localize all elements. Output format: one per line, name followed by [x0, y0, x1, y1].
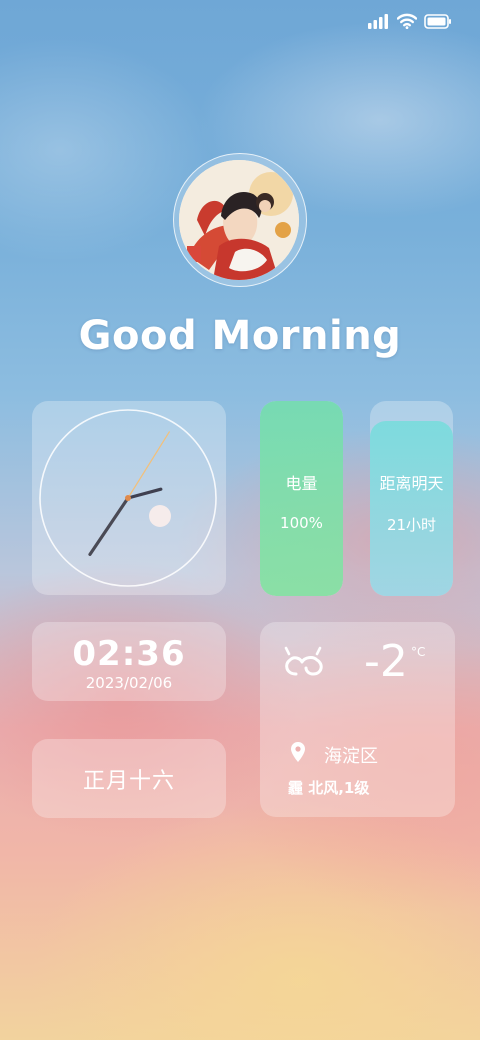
- haze-icon: [280, 644, 328, 684]
- second-hand: [127, 431, 170, 499]
- battery-icon: [424, 13, 452, 29]
- greeting-title: Good Morning: [78, 313, 402, 359]
- battery-widget[interactable]: 电量 100%: [260, 401, 343, 596]
- battery-value: 100%: [280, 514, 323, 532]
- temperature-unit: °C: [411, 645, 426, 659]
- weather-condition: 霾 北风,1级: [288, 779, 370, 797]
- lunar-date-widget[interactable]: 正月十六: [32, 739, 226, 818]
- digital-time: 02:36: [72, 634, 186, 674]
- avatar[interactable]: [179, 160, 299, 280]
- clock-center: [125, 495, 131, 501]
- tomorrow-level-fill: [370, 420, 453, 596]
- tomorrow-countdown-widget[interactable]: 距离明天 21小时: [370, 401, 453, 596]
- status-bar: [368, 12, 452, 30]
- digital-time-widget[interactable]: 02:36 2023/02/06: [32, 622, 226, 701]
- analog-clock-widget[interactable]: [32, 401, 226, 595]
- signal-icon: [368, 13, 390, 29]
- hour-hand: [88, 496, 130, 556]
- date-text: 2023/02/06: [85, 674, 173, 692]
- clock-dot: [149, 505, 171, 527]
- battery-level-fill: [260, 401, 343, 596]
- location-pin-icon: [290, 741, 306, 767]
- tomorrow-label: 距离明天: [379, 474, 444, 493]
- wifi-icon: [397, 13, 417, 29]
- location-name: 海淀区: [324, 746, 378, 767]
- battery-label: 电量: [285, 474, 318, 493]
- temperature: -2: [364, 636, 408, 687]
- tomorrow-value: 21小时: [386, 516, 437, 534]
- lunar-date: 正月十六: [82, 769, 175, 794]
- weather-widget[interactable]: -2 °C 海淀区 霾 北风,1级: [260, 622, 455, 817]
